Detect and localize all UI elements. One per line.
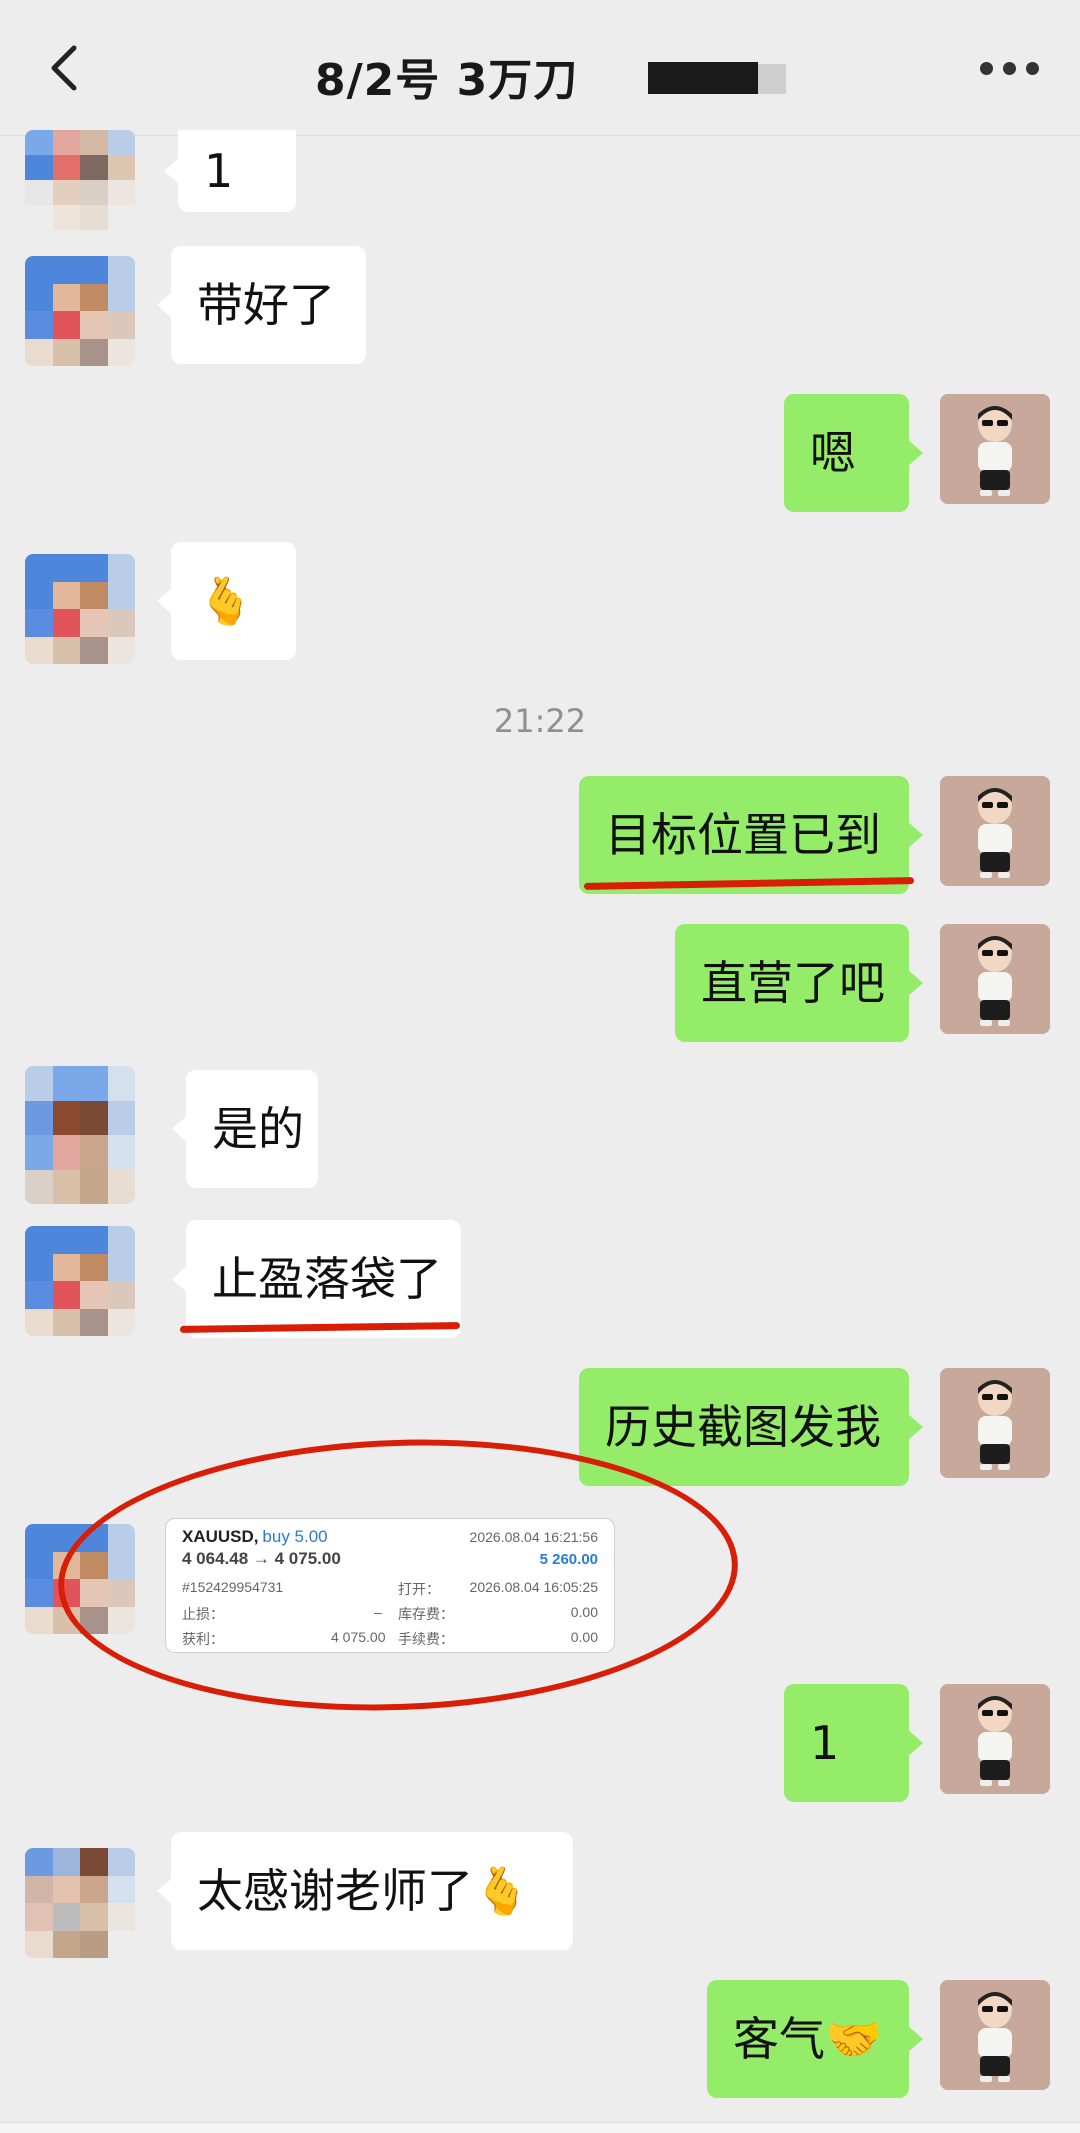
message-text: 直营了吧 <box>701 956 885 1010</box>
red-circle-annotation <box>53 1428 743 1722</box>
message-text: 目标位置已到 <box>605 808 881 862</box>
chat-timestamp: 21:22 <box>493 702 587 740</box>
message-text: 止盈落袋了 <box>212 1252 442 1306</box>
message-bubble: 1 <box>164 130 296 212</box>
chat-header: 8/2号 3万刀 <box>0 0 1080 136</box>
redacted-block <box>648 62 758 94</box>
message-bubble: 太感谢老师了🫰 <box>157 1832 573 1950</box>
message-text: 1 <box>204 144 234 198</box>
input-bar-edge <box>0 2122 1080 2133</box>
my-avatar[interactable] <box>940 1368 1050 1478</box>
message-bubble: 1 <box>784 1684 923 1802</box>
message-text: 历史截图发我 <box>605 1400 881 1454</box>
cartoon-avatar-icon <box>940 1684 1050 1794</box>
redacted-block-fade <box>758 64 786 94</box>
message-bubble: 客气🤝 <box>707 1980 923 2098</box>
message-bubble: 目标位置已到 <box>579 776 923 894</box>
my-avatar[interactable] <box>940 924 1050 1034</box>
message-text: 🫰 <box>197 574 255 628</box>
my-avatar[interactable] <box>940 1980 1050 2090</box>
message-bubble: 是的 <box>172 1070 318 1188</box>
contact-avatar[interactable] <box>25 1848 135 1958</box>
contact-avatar[interactable] <box>25 1066 135 1204</box>
message-text: 1 <box>810 1716 840 1770</box>
message-text: 太感谢老师了🫰 <box>197 1864 531 1918</box>
message-bubble: 直营了吧 <box>675 924 923 1042</box>
contact-avatar[interactable] <box>25 1226 135 1336</box>
cartoon-avatar-icon <box>940 1368 1050 1478</box>
message-bubble: 🫰 <box>157 542 296 660</box>
cartoon-avatar-icon <box>940 924 1050 1034</box>
cartoon-avatar-icon <box>940 776 1050 886</box>
my-avatar[interactable] <box>940 1684 1050 1794</box>
contact-avatar[interactable] <box>25 256 135 366</box>
contact-avatar[interactable] <box>25 130 135 230</box>
message-bubble: 带好了 <box>157 246 366 364</box>
message-text: 嗯 <box>810 426 856 480</box>
message-text: 客气🤝 <box>733 2012 883 2066</box>
back-arrow-icon[interactable] <box>44 44 84 92</box>
more-icon[interactable] <box>980 62 1040 76</box>
message-text: 是的 <box>212 1102 304 1156</box>
message-bubble: 止盈落袋了 <box>172 1220 461 1338</box>
chat-title: 8/2号 3万刀 <box>315 55 579 106</box>
cartoon-avatar-icon <box>940 1980 1050 2090</box>
contact-avatar[interactable] <box>25 554 135 664</box>
message-bubble: 嗯 <box>784 394 923 512</box>
my-avatar[interactable] <box>940 394 1050 504</box>
my-avatar[interactable] <box>940 776 1050 886</box>
message-text: 带好了 <box>197 278 335 332</box>
cartoon-avatar-icon <box>940 394 1050 504</box>
